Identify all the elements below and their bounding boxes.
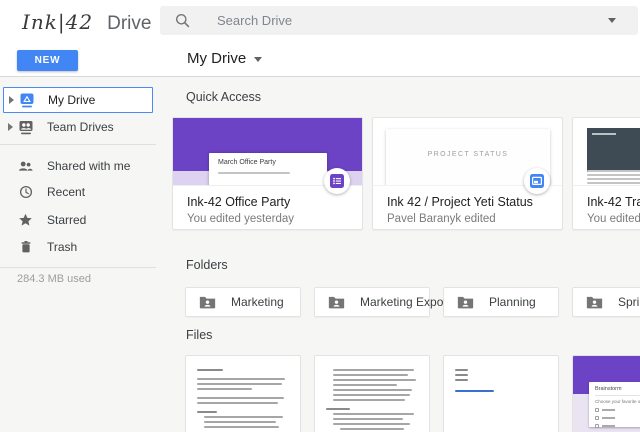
file-card-document-1[interactable] xyxy=(185,355,301,432)
sidebar-item-label: Recent xyxy=(47,185,85,199)
file-subtitle: You edited at s xyxy=(587,213,640,225)
drive-app-window: Ink|42 Drive NEW My Drive My Drive xyxy=(0,0,640,432)
clock-icon xyxy=(18,185,33,200)
file-thumbnail xyxy=(573,118,640,186)
people-icon xyxy=(18,159,33,174)
shared-folder-icon xyxy=(199,295,216,309)
quick-access-card-project-yeti[interactable]: PROJECT STATUS Ink 42 / Project Yeti Sta… xyxy=(372,117,563,230)
sidebar-item-label: My Drive xyxy=(48,93,95,107)
file-title: Ink-42 Training xyxy=(587,195,640,209)
sidebar-divider xyxy=(0,267,156,268)
shared-folder-icon xyxy=(586,295,603,309)
shared-folder-icon xyxy=(328,295,345,309)
expand-caret-icon[interactable] xyxy=(9,96,14,104)
slides-file-badge-icon xyxy=(524,168,550,194)
sidebar-item-starred[interactable]: Starred xyxy=(3,207,153,233)
trash-icon xyxy=(18,240,33,255)
thumb-slide-title: PROJECT STATUS xyxy=(386,151,550,158)
sidebar-item-my-drive[interactable]: My Drive xyxy=(3,87,153,113)
search-icon xyxy=(175,13,190,28)
folder-name: Marketing Expo xyxy=(360,295,443,309)
quick-access-card-training[interactable]: Ink-42 Training You edited at s xyxy=(572,117,640,230)
section-title-folders: Folders xyxy=(186,258,228,272)
forms-file-badge-icon xyxy=(324,168,350,194)
sidebar-item-recent[interactable]: Recent xyxy=(3,179,153,205)
document-thumbnail xyxy=(444,356,558,408)
sidebar: My Drive Team Drives Shared with me Rece… xyxy=(0,77,168,432)
folder-name: Planning xyxy=(489,295,536,309)
folder-card-marketing-expo[interactable]: Marketing Expo xyxy=(314,287,430,317)
file-title: Ink 42 / Project Yeti Status xyxy=(387,195,548,209)
file-subtitle: You edited yesterday xyxy=(187,213,348,225)
file-card-document-2[interactable] xyxy=(314,355,430,432)
new-button[interactable]: NEW xyxy=(17,50,78,71)
storage-used-text: 284.3 MB used xyxy=(17,273,91,285)
folder-card-marketing[interactable]: Marketing xyxy=(185,287,301,317)
sidebar-divider xyxy=(0,144,156,145)
sidebar-item-label: Team Drives xyxy=(47,120,114,134)
hyperlink-line xyxy=(455,390,494,392)
file-card-document-3[interactable] xyxy=(443,355,559,432)
sidebar-item-shared-with-me[interactable]: Shared with me xyxy=(3,153,153,179)
checkbox-icon xyxy=(595,416,599,420)
app-logo[interactable]: Ink|42 Drive xyxy=(22,10,151,35)
search-bar[interactable] xyxy=(160,6,638,35)
search-options-caret-icon[interactable] xyxy=(608,18,616,23)
checkbox-icon xyxy=(595,408,599,412)
location-title: My Drive xyxy=(187,50,246,67)
top-bar: Ink|42 Drive NEW My Drive xyxy=(0,0,640,77)
sidebar-item-label: Starred xyxy=(47,213,86,227)
file-card-form-brainstorm[interactable]: Brainstorm Choose your favorite options xyxy=(572,355,640,432)
document-thumbnail xyxy=(315,356,429,432)
chevron-down-icon xyxy=(254,57,262,62)
sidebar-item-trash[interactable]: Trash xyxy=(3,234,153,260)
product-name: Drive xyxy=(107,13,151,35)
form-subtitle: Choose your favorite options xyxy=(595,399,640,404)
folder-card-spring[interactable]: Spring ' xyxy=(572,287,640,317)
sidebar-item-team-drives[interactable]: Team Drives xyxy=(3,114,153,140)
file-title: Ink-42 Office Party xyxy=(187,195,348,209)
file-subtitle: Pavel Baranyk edited xyxy=(387,213,548,225)
shared-folder-icon xyxy=(457,295,474,309)
thumb-form-title: March Office Party xyxy=(218,159,318,166)
quick-access-card-office-party[interactable]: March Office Party Ink-42 Office Party Y… xyxy=(172,117,363,230)
location-heading[interactable]: My Drive xyxy=(187,50,262,67)
section-title-files: Files xyxy=(186,328,212,342)
form-title: Brainstorm xyxy=(595,386,640,392)
team-drives-icon xyxy=(18,120,33,135)
folder-card-planning[interactable]: Planning xyxy=(443,287,559,317)
brand-logo-text: Ink|42 xyxy=(22,10,93,34)
drive-icon xyxy=(19,93,34,108)
main-content: Quick Access March Office Party Ink-42 O… xyxy=(170,77,640,432)
checkbox-icon xyxy=(595,424,599,428)
form-thumbnail: Brainstorm Choose your favorite options xyxy=(573,356,640,432)
document-thumbnail xyxy=(186,356,300,432)
search-input[interactable] xyxy=(217,13,608,28)
folder-name: Spring ' xyxy=(618,295,640,309)
expand-caret-icon[interactable] xyxy=(8,123,13,131)
sidebar-item-label: Trash xyxy=(47,240,77,254)
section-title-quick-access: Quick Access xyxy=(186,90,261,104)
sidebar-item-label: Shared with me xyxy=(47,159,130,173)
folder-name: Marketing xyxy=(231,295,284,309)
star-icon xyxy=(18,213,33,228)
